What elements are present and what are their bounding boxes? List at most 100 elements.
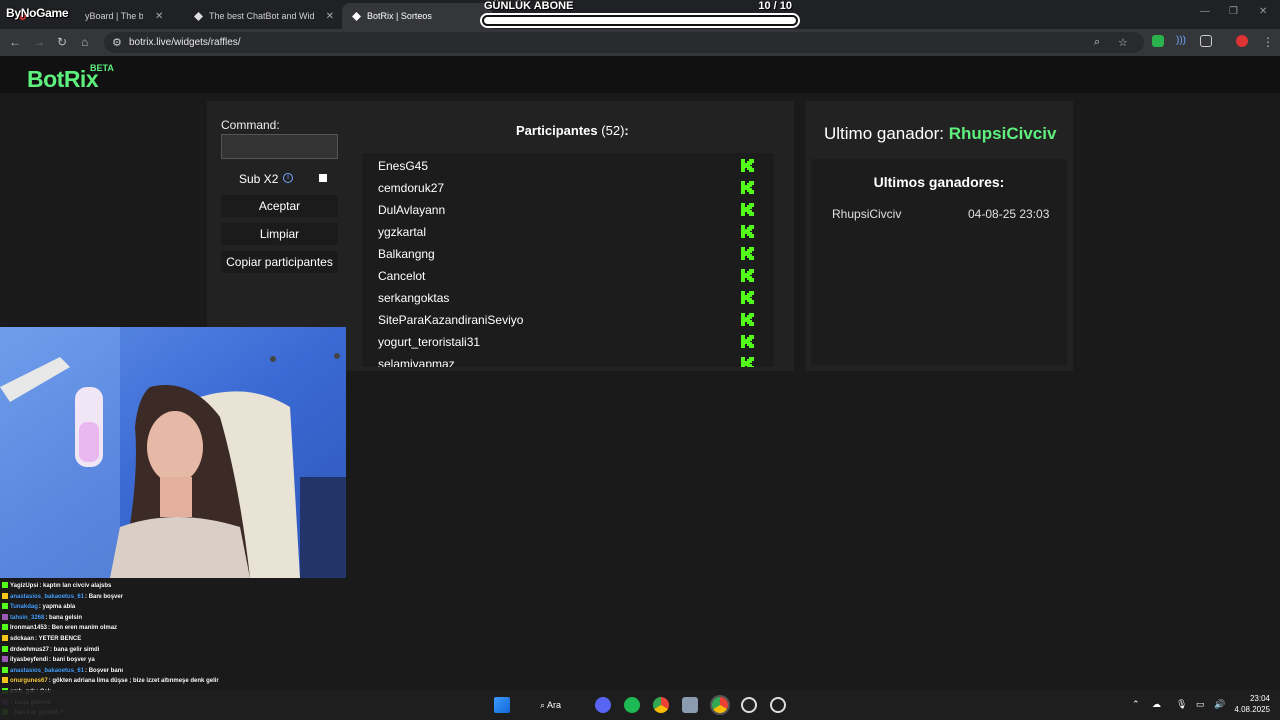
chat-text: : Boşver banı — [85, 667, 124, 674]
tray-chevron-icon[interactable]: ⌃ — [1132, 699, 1140, 710]
webcam-feed — [0, 327, 346, 578]
reload-icon[interactable]: ↻ — [57, 35, 67, 49]
kick-icon — [740, 180, 755, 195]
back-icon[interactable]: ← — [9, 35, 21, 49]
participants-list[interactable]: ▲ ▼ EnesG45cemdoruk27DulAvlayannygzkarta… — [362, 153, 774, 367]
shield-extension-icon[interactable] — [1152, 35, 1164, 47]
chat-text: : Banı boşver — [85, 593, 124, 600]
screen: yBoard | The best C ✕ The best ChatBot a… — [0, 0, 1280, 720]
chat-badge-icon — [2, 677, 8, 684]
participant-row[interactable]: yogurt_teroristali31 — [378, 331, 768, 353]
chat-badge-icon — [2, 603, 8, 610]
participant-row[interactable]: ygzkartal — [378, 221, 768, 243]
microphone-icon[interactable]: 🎙 — [1176, 699, 1187, 710]
extensions-icon[interactable] — [1200, 35, 1212, 47]
site-header: BotRix BETA — [0, 56, 1280, 93]
info-icon[interactable]: i — [283, 173, 293, 183]
chat-badge-icon — [2, 656, 8, 663]
participant-row[interactable]: Cancelot — [378, 265, 768, 287]
chat-username[interactable]: ilyasbeyfendi — [10, 657, 48, 663]
tray-date: 4.08.2025 — [1234, 705, 1270, 714]
chat-username[interactable]: anastasios_bakaoetus_61 — [10, 668, 84, 674]
bookmark-star-icon[interactable]: ☆ — [1118, 36, 1128, 49]
taskbar-search[interactable]: ⌕ Ara — [530, 695, 578, 715]
volume-icon[interactable]: 🔊 — [1214, 699, 1225, 710]
windows-taskbar: ⌕ Ara ⌃ ☁ 🎙 ▭ 🔊 23:04 4.08.2025 — [0, 690, 1280, 720]
participant-row[interactable]: cemdoruk27 — [378, 177, 768, 199]
app-icon-2[interactable] — [770, 697, 786, 713]
goal-progress-track — [480, 13, 800, 28]
chrome-active-icon[interactable] — [712, 697, 728, 713]
zoom-icon[interactable]: ⌕ — [1094, 36, 1100, 49]
command-input[interactable] — [221, 134, 338, 159]
app-icon[interactable] — [682, 697, 698, 713]
winners-history-title: Ultimos ganadores: — [873, 174, 1005, 190]
participant-name: selamiyapmaz — [378, 357, 455, 367]
chat-text: : bana gelir simdi — [50, 646, 100, 653]
participants-suffix: : — [624, 123, 629, 138]
browser-toolbar: ← → ↻ ⌂ ⚙ botrix.live/widgets/raffles/ ⌕… — [0, 29, 1280, 56]
home-icon[interactable]: ⌂ — [81, 35, 88, 49]
menu-icon[interactable]: ⋮ — [1262, 35, 1274, 49]
close-icon[interactable]: ✕ — [326, 11, 334, 22]
chat-text: : yapma abla — [38, 604, 76, 611]
brand-logo[interactable]: BotRix — [27, 66, 99, 93]
chat-badge-icon — [2, 613, 8, 620]
chat-username[interactable]: Ironman1453 — [10, 625, 47, 631]
tab-chatbot[interactable]: The best ChatBot and Widgets ✕ — [184, 3, 344, 29]
maximize-icon[interactable]: ❐ — [1229, 6, 1238, 17]
winner-history-name: RhupsiCivciv — [832, 207, 902, 221]
accept-button[interactable]: Aceptar — [221, 195, 338, 217]
chat-message: onurgunes67: gökten adriana lima düşse ;… — [2, 677, 219, 687]
last-winner: Ultimo ganador: RhupsiCivciv — [824, 124, 1056, 144]
wave-extension-icon[interactable]: ))) — [1176, 35, 1188, 47]
kick-icon — [740, 356, 755, 367]
participant-row[interactable]: serkangoktas — [378, 287, 768, 309]
chat-username[interactable]: onurgunes67 — [10, 678, 48, 684]
tab-botrix-raffles[interactable]: BotRix | Sorteos — [342, 3, 492, 29]
chat-text: : bana gelsin — [45, 614, 83, 621]
url-text: botrix.live/widgets/raffles/ — [129, 37, 241, 48]
participant-row[interactable]: EnesG45 — [378, 155, 768, 177]
minimize-icon[interactable]: — — [1200, 6, 1210, 17]
chat-message: Tunakdag: yapma abla — [2, 603, 75, 613]
sub-x2-row: Sub X2 i — [221, 171, 338, 187]
kick-icon — [740, 158, 755, 173]
site-info-icon[interactable]: ⚙ — [112, 36, 122, 49]
chat-username[interactable]: YagizUpsi — [10, 583, 38, 589]
chrome-icon[interactable] — [653, 697, 669, 713]
close-icon[interactable]: ✕ — [155, 11, 163, 22]
tray-clock[interactable]: 23:04 4.08.2025 — [1232, 693, 1270, 715]
chat-text: : kaptın lan civciv alajsbs — [39, 583, 112, 589]
chat-username[interactable]: tahsin_3268 — [10, 615, 44, 621]
chat-username[interactable]: Tunakdag — [10, 604, 38, 610]
participant-row[interactable]: SiteParaKazandiraniSeviyo — [378, 309, 768, 331]
profile-avatar[interactable] — [1236, 35, 1248, 47]
participants-title: Participantes (52): — [516, 123, 629, 138]
sub-x2-checkbox[interactable] — [319, 174, 327, 182]
stream-logo: ByNoGame — [6, 6, 69, 20]
discord-icon[interactable] — [595, 697, 611, 713]
participant-row[interactable]: selamiyapmaz — [378, 353, 768, 367]
close-window-icon[interactable]: ✕ — [1259, 6, 1267, 17]
spotify-icon[interactable] — [624, 697, 640, 713]
chat-username[interactable]: sdckaan — [10, 636, 34, 642]
participant-name: ygzkartal — [378, 225, 427, 239]
tab-favicon-icon — [352, 11, 361, 21]
participant-row[interactable]: DulAvlayann — [378, 199, 768, 221]
subscriber-goal-overlay: GÜNLÜK ABONE 10 / 10 — [480, 0, 800, 29]
sub-x2-label: Sub X2 — [239, 172, 279, 186]
address-bar[interactable]: ⚙ botrix.live/widgets/raffles/ ⌕ ☆ — [104, 32, 1144, 53]
chat-username[interactable]: drdeehmus27 — [10, 647, 49, 653]
tray-cloud-icon[interactable]: ☁ — [1152, 699, 1161, 710]
chat-username[interactable]: anastasios_bakaoetus_61 — [10, 594, 84, 600]
start-icon[interactable] — [494, 697, 510, 713]
last-winner-label: Ultimo ganador: — [824, 124, 945, 143]
chat-text: : bani boşver ya — [49, 657, 95, 664]
display-icon[interactable]: ▭ — [1196, 699, 1205, 710]
clear-button[interactable]: Limpiar — [221, 223, 338, 245]
forward-icon[interactable]: → — [33, 35, 45, 49]
participant-row[interactable]: Balkangng — [378, 243, 768, 265]
copy-participants-button[interactable]: Copiar participantes — [221, 251, 338, 273]
obs-icon[interactable] — [741, 697, 757, 713]
